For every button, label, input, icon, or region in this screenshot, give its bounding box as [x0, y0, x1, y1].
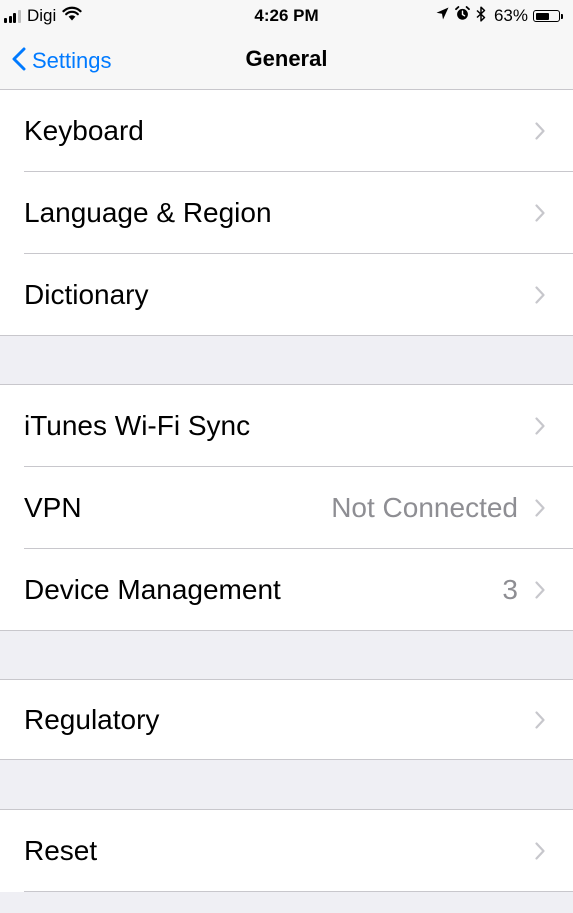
profile-count: 3 [502, 574, 518, 605]
settings-group-reset: Reset [0, 809, 573, 892]
chevron-right-icon [535, 122, 545, 145]
status-right: 63% [430, 5, 563, 27]
vpn-status: Not Connected [331, 492, 518, 523]
row-keyboard[interactable]: Keyboard [0, 90, 573, 172]
chevron-right-icon [535, 204, 545, 227]
row-label: Keyboard [24, 115, 144, 146]
chevron-right-icon [535, 286, 545, 309]
row-label: VPN [24, 492, 82, 523]
bluetooth-icon [470, 5, 486, 27]
row-label: Regulatory [24, 704, 160, 735]
row-itunes-wifi-sync[interactable]: iTunes Wi-Fi Sync [0, 385, 573, 467]
battery-nub [561, 13, 563, 19]
row-label: Language & Region [24, 197, 272, 228]
settings-group-regulatory: Regulatory [0, 679, 573, 760]
chevron-right-icon [535, 417, 545, 440]
settings-group-connections: iTunes Wi-Fi Sync VPN Not Connected Devi… [0, 384, 573, 631]
row-label: Dictionary [24, 279, 149, 310]
row-label: Device Management [24, 574, 281, 605]
row-dictionary[interactable]: Dictionary [0, 254, 573, 336]
navigation-bar: Settings General [0, 32, 573, 90]
page-title: General [245, 46, 328, 71]
row-label: iTunes Wi-Fi Sync [24, 410, 251, 441]
chevron-right-icon [535, 842, 545, 865]
row-label: Reset [24, 835, 98, 866]
row-language-region[interactable]: Language & Region [0, 172, 573, 254]
battery-percent: 63% [493, 6, 528, 25]
battery-icon [533, 10, 560, 22]
settings-group-language: Keyboard Language & Region Dictionary [0, 90, 573, 336]
chevron-right-icon [535, 499, 545, 522]
battery-level [535, 12, 549, 20]
alarm-icon [449, 6, 470, 26]
chevron-right-icon [535, 581, 545, 604]
row-regulatory[interactable]: Regulatory [0, 680, 573, 760]
row-reset[interactable]: Reset [0, 810, 573, 892]
location-icon [430, 7, 449, 25]
row-vpn[interactable]: VPN Not Connected [0, 467, 573, 549]
row-device-management[interactable]: Device Management 3 [0, 549, 573, 631]
status-bar: Digi 4:26 PM 63% [0, 0, 573, 32]
chevron-right-icon [535, 711, 545, 734]
